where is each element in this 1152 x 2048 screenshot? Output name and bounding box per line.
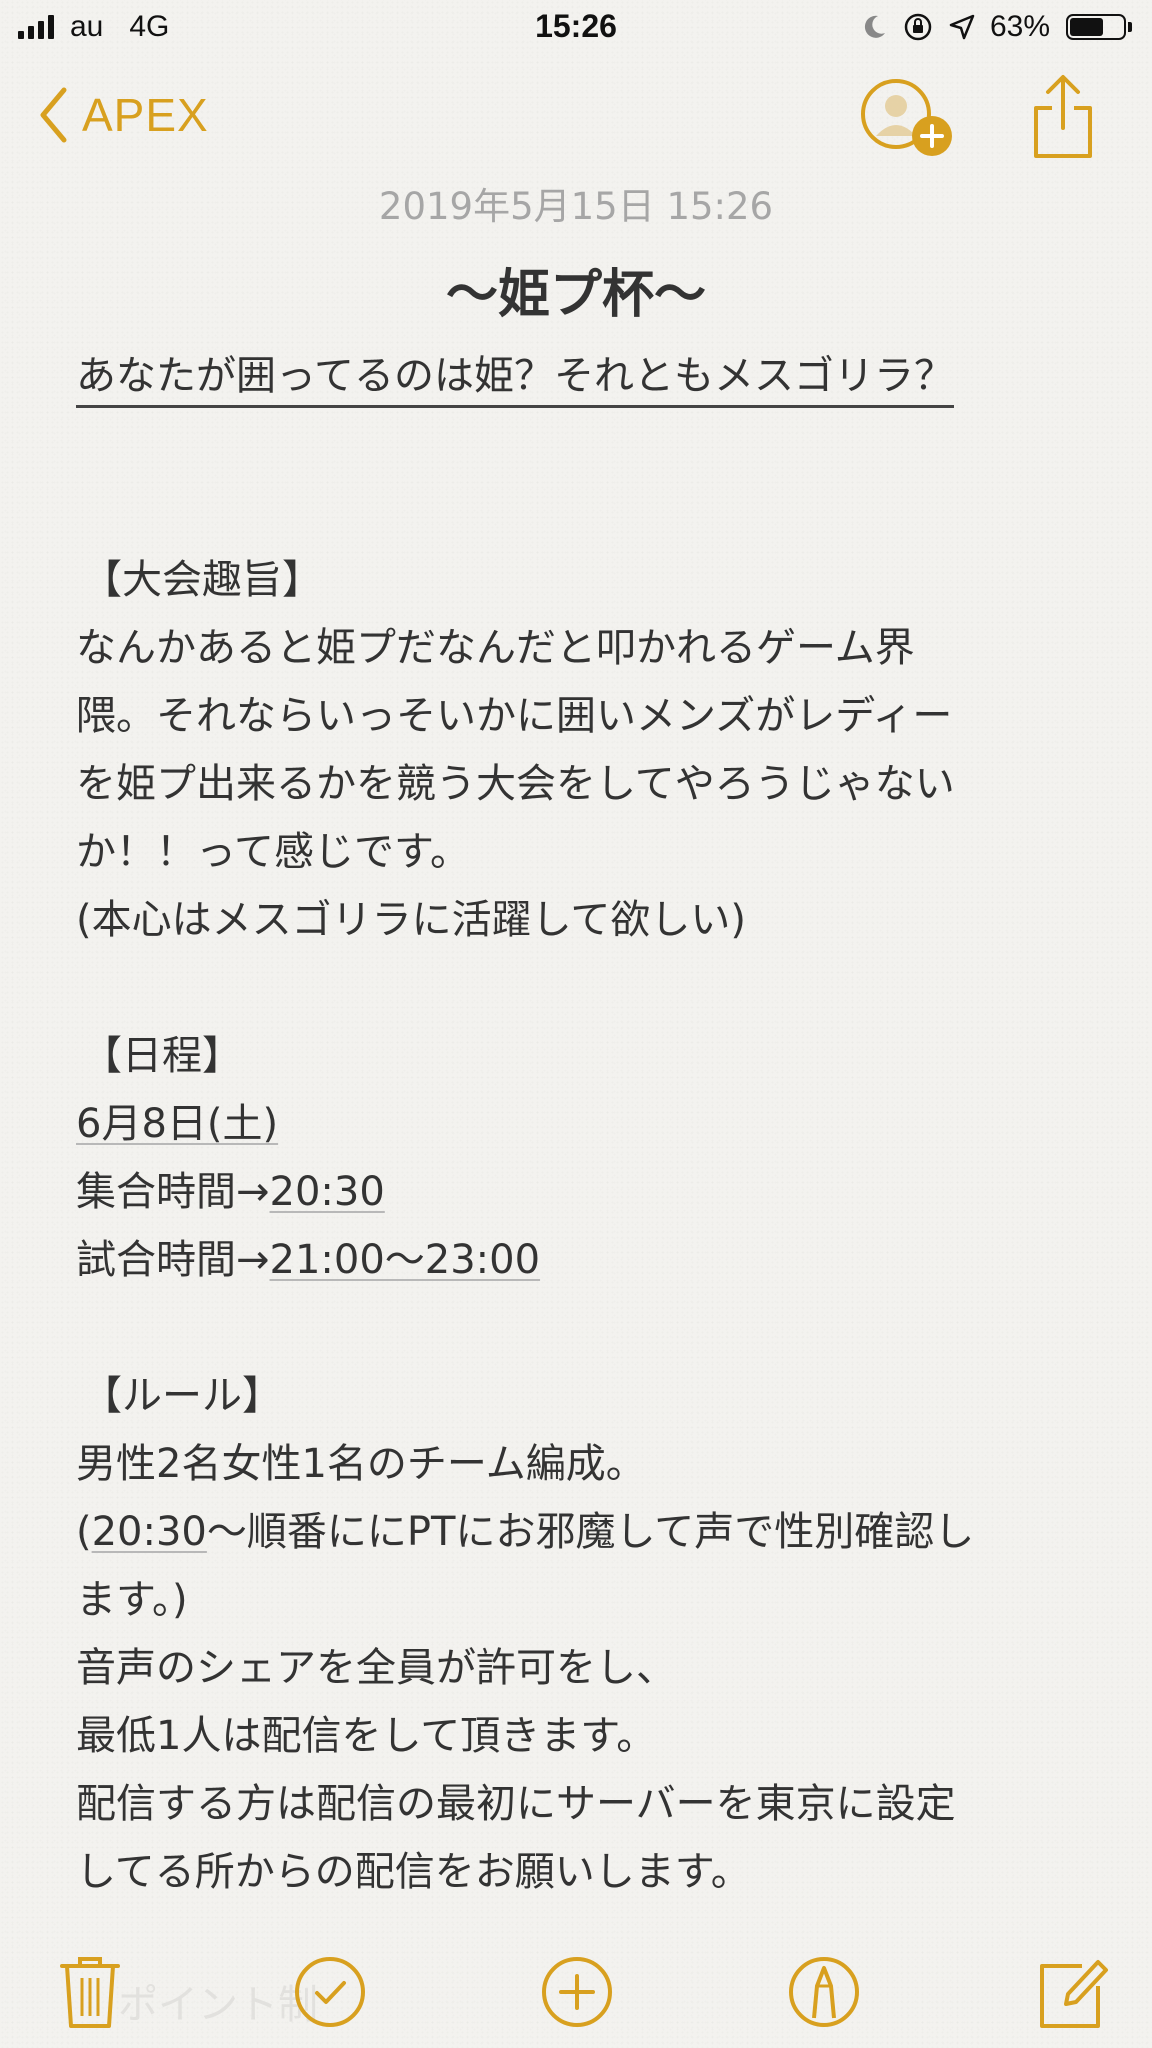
markup-pen-icon[interactable]	[784, 1952, 864, 2032]
section-heading-purpose: 【大会趣旨】	[82, 557, 322, 603]
purpose-line: なんかあると姫プだなんだと叩かれるゲーム界	[76, 625, 915, 671]
battery-percent: 63%	[989, 10, 1050, 43]
share-icon[interactable]	[1030, 72, 1096, 160]
purpose-line: を姫プ出来るかを競う大会をしてやろうじゃない	[76, 761, 955, 807]
battery-icon	[1066, 14, 1132, 40]
rules-line: 男性2名女性1名のチーム編成。	[76, 1441, 646, 1487]
scrolled-text-fragment: ポイント制	[118, 1982, 318, 2028]
moon-icon	[864, 15, 885, 38]
gather-time-line: 集合時間→20:30	[76, 1158, 1086, 1226]
rotation-lock-icon	[904, 13, 932, 41]
chevron-left-icon	[40, 87, 67, 143]
rules-line: ます。)	[76, 1577, 188, 1623]
nav-bar: APEX	[0, 58, 1152, 178]
compose-icon[interactable]	[1032, 1952, 1112, 2032]
rules-line-rest: 〜順番ににPTにお邪魔して声で性別確認し	[206, 1509, 975, 1555]
rules-paren: (	[76, 1509, 92, 1555]
section-heading-rules: 【ルール】	[82, 1373, 282, 1419]
back-button-label: APEX	[82, 89, 209, 141]
gather-time-label: 集合時間→	[76, 1169, 270, 1215]
section-heading-schedule: 【日程】	[82, 1033, 242, 1079]
note-date: 2019年5月15日 15:26	[378, 185, 774, 228]
rules-line: 音声のシェアを全員が許可をし、	[76, 1645, 676, 1691]
checklist-icon[interactable]	[290, 1952, 370, 2032]
note-subtitle: あなたが囲ってるのは姫？それともメスゴリラ？	[76, 347, 954, 408]
rules-time-link[interactable]: 20:30	[92, 1509, 207, 1555]
add-attachment-icon[interactable]	[537, 1952, 617, 2032]
rules-line: 最低1人は配信をして頂きます。	[76, 1713, 657, 1759]
match-time-label: 試合時間→	[76, 1237, 270, 1283]
schedule-date-link[interactable]: 6月8日(土)	[76, 1101, 278, 1147]
back-button[interactable]: APEX	[38, 86, 209, 144]
gather-time-link[interactable]: 20:30	[270, 1169, 385, 1215]
note-title: 〜姫プ杯〜	[445, 265, 706, 325]
purpose-line: 隈。それならいっそいかに囲いメンズがレディー	[76, 693, 953, 739]
match-time-link[interactable]: 21:00〜23:00	[270, 1237, 541, 1283]
purpose-line: か！！って感じです。	[76, 829, 470, 875]
status-bar: au 4G 15:26 63%	[0, 0, 1152, 58]
rules-line: 配信する方は配信の最初にサーバーを東京に設定	[76, 1781, 956, 1827]
battery-fill	[1070, 18, 1103, 36]
note-body[interactable]: あなたが囲ってるのは姫？それともメスゴリラ？ 【大会趣旨】 なんかあると姫プだな…	[76, 342, 1086, 1906]
rules-line: してる所からの配信をお願いします。	[76, 1849, 751, 1895]
rules-line-time: (20:30〜順番ににPTにお邪魔して声で性別確認し	[76, 1498, 1086, 1566]
trash-icon[interactable]	[50, 1952, 130, 2032]
location-arrow-icon	[949, 14, 975, 40]
purpose-line: (本心はメスゴリラに活躍して欲しい)	[76, 897, 747, 943]
add-person-icon[interactable]	[858, 76, 956, 164]
status-right: 63%	[858, 10, 1132, 44]
bottom-toolbar: ポイント制	[0, 1942, 1152, 2048]
schedule-date-line: 6月8日(土)	[76, 1090, 1086, 1158]
match-time-line: 試合時間→21:00〜23:00	[76, 1226, 1086, 1294]
note-subtitle-line: あなたが囲ってるのは姫？それともメスゴリラ？	[76, 342, 1086, 410]
